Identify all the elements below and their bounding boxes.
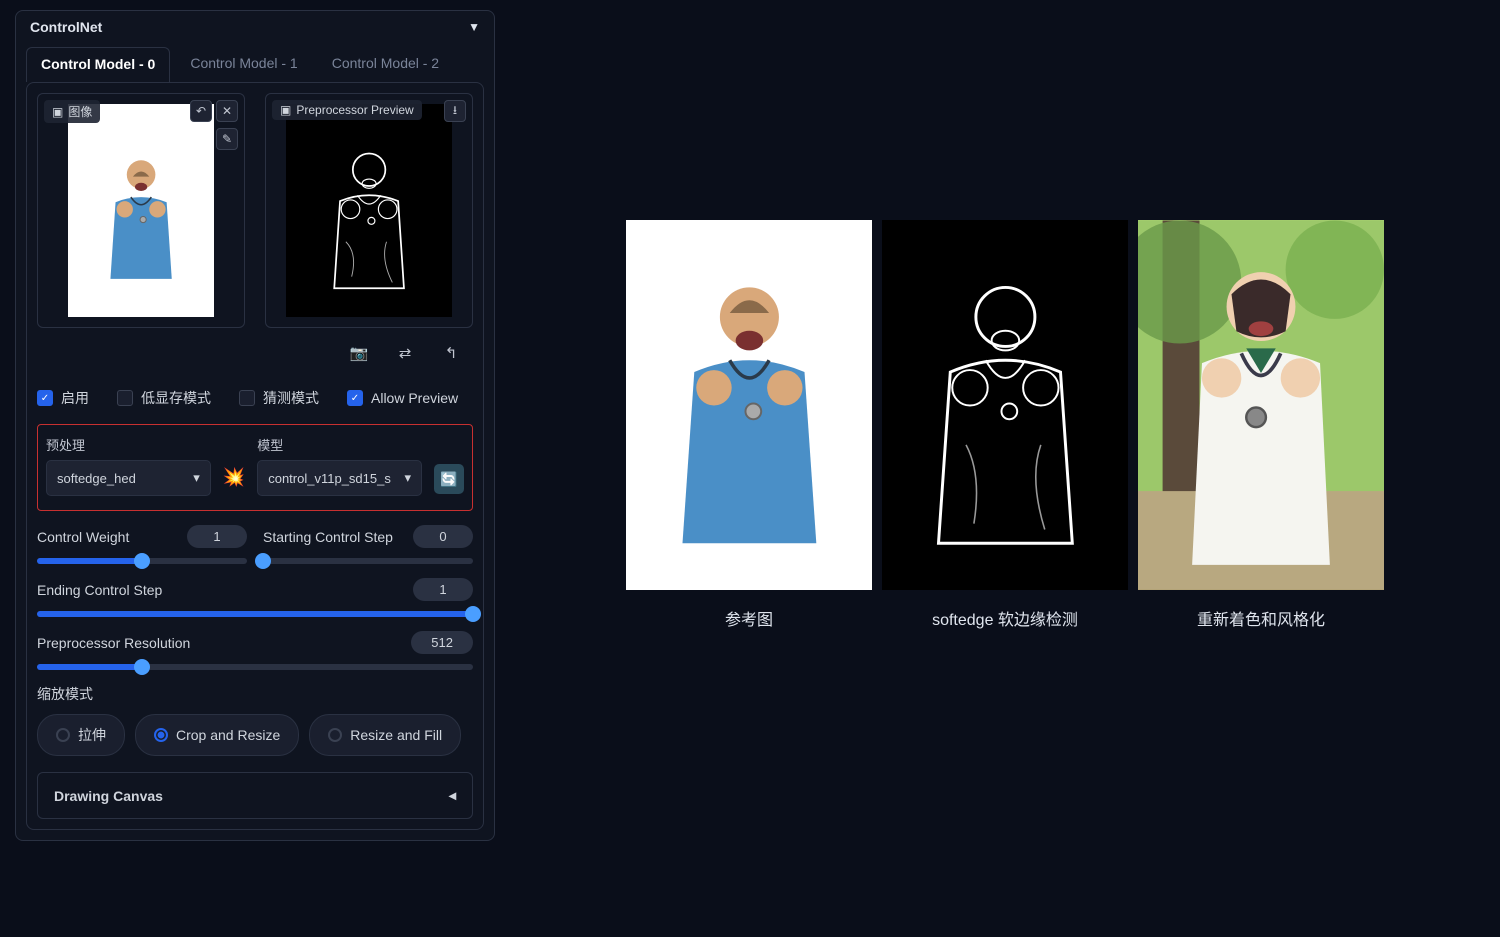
scale-fill-radio[interactable]: Resize and Fill bbox=[309, 714, 461, 756]
input-image bbox=[68, 104, 214, 317]
resolution-value[interactable]: 512 bbox=[411, 631, 473, 654]
model-select[interactable]: control_v11p_sd15_s ▾ bbox=[257, 460, 422, 496]
radio-icon bbox=[56, 728, 70, 742]
check-icon bbox=[239, 390, 255, 406]
expand-icon: ◂ bbox=[449, 787, 456, 804]
radio-icon bbox=[154, 728, 168, 742]
drawing-canvas-toggle[interactable]: Drawing Canvas ◂ bbox=[37, 772, 473, 819]
tab-model-2[interactable]: Control Model - 2 bbox=[318, 47, 453, 82]
close-button[interactable]: ✕ bbox=[216, 100, 238, 122]
scale-crop-radio[interactable]: Crop and Resize bbox=[135, 714, 299, 756]
check-icon: ✓ bbox=[37, 390, 53, 406]
enable-checkbox[interactable]: ✓ 启用 bbox=[37, 388, 89, 408]
styled-caption: 重新着色和风格化 bbox=[1197, 606, 1325, 630]
check-icon: ✓ bbox=[347, 390, 363, 406]
refresh-icon: 🔄 bbox=[440, 471, 457, 488]
undo-button[interactable]: ↶ bbox=[190, 100, 212, 122]
preprocessor-preview-box: ▣ Preprocessor Preview ⭳ bbox=[265, 93, 473, 328]
start-step-slider[interactable] bbox=[263, 558, 473, 564]
edit-button[interactable]: ✎ bbox=[216, 128, 238, 150]
reference-image bbox=[626, 220, 872, 590]
processor-section: 预处理 softedge_hed ▾ 💥 模型 control_v11p_sd1… bbox=[37, 424, 473, 511]
guess-checkbox[interactable]: 猜测模式 bbox=[239, 388, 319, 408]
preprocessor-select[interactable]: softedge_hed ▾ bbox=[46, 460, 211, 496]
resolution-label: Preprocessor Resolution bbox=[37, 635, 190, 651]
preprocessor-label: 预处理 bbox=[46, 435, 211, 454]
image-icon: ▣ bbox=[52, 105, 63, 119]
preview-checkbox[interactable]: ✓ Allow Preview bbox=[347, 390, 458, 406]
start-step-label: Starting Control Step bbox=[263, 529, 393, 545]
tab-model-1[interactable]: Control Model - 1 bbox=[176, 47, 311, 82]
check-icon bbox=[117, 390, 133, 406]
collapse-icon: ▼ bbox=[468, 20, 480, 34]
styled-image bbox=[1138, 220, 1384, 590]
start-step-value[interactable]: 0 bbox=[413, 525, 473, 548]
end-step-slider[interactable] bbox=[37, 611, 473, 617]
reference-caption: 参考图 bbox=[725, 606, 773, 630]
resolution-slider[interactable] bbox=[37, 664, 473, 670]
chevron-down-icon: ▾ bbox=[404, 470, 411, 486]
control-weight-label: Control Weight bbox=[37, 529, 129, 545]
tab-model-0[interactable]: Control Model - 0 bbox=[26, 47, 170, 82]
swap-icon[interactable]: ⇄ bbox=[391, 342, 419, 364]
preview-label: ▣ Preprocessor Preview bbox=[272, 100, 422, 120]
model-tabs: Control Model - 0 Control Model - 1 Cont… bbox=[16, 43, 494, 82]
control-weight-value[interactable]: 1 bbox=[187, 525, 247, 548]
softedge-image bbox=[882, 220, 1128, 590]
end-step-label: Ending Control Step bbox=[37, 582, 162, 598]
image-icon: ▣ bbox=[280, 103, 291, 117]
download-button[interactable]: ⭳ bbox=[444, 100, 466, 122]
scale-mode-label: 缩放模式 bbox=[37, 684, 473, 704]
lowvram-checkbox[interactable]: 低显存模式 bbox=[117, 388, 211, 408]
radio-icon bbox=[328, 728, 342, 742]
scale-stretch-radio[interactable]: 拉伸 bbox=[37, 714, 125, 756]
send-up-icon[interactable]: ↰ bbox=[437, 342, 465, 364]
refresh-button[interactable]: 🔄 bbox=[434, 464, 464, 494]
model-label: 模型 bbox=[257, 435, 422, 454]
panel-title: ControlNet bbox=[30, 19, 102, 35]
control-weight-slider[interactable] bbox=[37, 558, 247, 564]
end-step-value[interactable]: 1 bbox=[413, 578, 473, 601]
softedge-caption: softedge 软边缘检测 bbox=[932, 606, 1078, 630]
preview-image bbox=[286, 104, 452, 317]
image-label: ▣ 图像 bbox=[44, 100, 100, 123]
controlnet-header[interactable]: ControlNet ▼ bbox=[16, 11, 494, 43]
input-image-box[interactable]: ▣ 图像 ↶ ✕ ✎ bbox=[37, 93, 245, 328]
chevron-down-icon: ▾ bbox=[193, 470, 200, 486]
explosion-icon[interactable]: 💥 bbox=[223, 467, 245, 496]
camera-icon[interactable]: 📷 bbox=[345, 342, 373, 364]
result-gallery: 参考图 softedge 软边缘检测 bbox=[510, 0, 1500, 937]
